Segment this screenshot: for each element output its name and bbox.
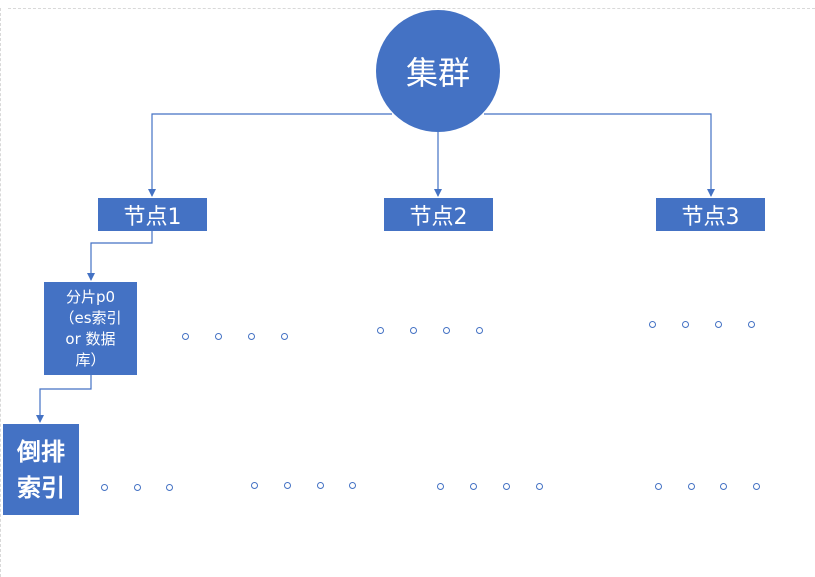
ellipsis-dot [134,484,141,491]
shard-node-label: 分片p0 （es索引 or 数据 库） [59,287,122,369]
ellipsis-dot [281,333,288,340]
ellipsis-dot [715,321,722,328]
ellipsis-dot [688,483,695,490]
ellipsis-dot [251,482,258,489]
ellipsis-dot [101,484,108,491]
ellipsis-dot [182,333,189,340]
ellipsis-dot [682,321,689,328]
ellipsis-dot [720,483,727,490]
ellipsis-dot [443,327,450,334]
ellipsis-dot [649,321,656,328]
inverted-index-node-label: 倒排 索引 [17,437,65,502]
connector-host-1-to-shard [87,231,153,281]
ellipsis-dot [248,333,255,340]
ellipsis-dot [410,327,417,334]
inverted-index-node: 倒排 索引 [3,424,79,515]
ellipsis-dot [748,321,755,328]
ellipsis-dot [503,483,510,490]
cluster-node: 集群 [376,10,500,132]
host-node-2: 节点2 [384,198,493,231]
ellipsis-dot [215,333,222,340]
ellipsis-dot [377,327,384,334]
connector-cluster-to-host-1 [148,113,392,197]
host-node-1: 节点1 [98,198,207,231]
ellipsis-dot [476,327,483,334]
ellipsis-dot [349,482,356,489]
host-node-2-label: 节点2 [409,204,468,230]
ellipsis-dot [655,483,662,490]
host-node-3: 节点3 [656,198,765,231]
connector-cluster-to-host-3 [484,113,715,197]
ellipsis-dot [470,483,477,490]
ellipsis-dot [166,484,173,491]
host-node-3-label: 节点3 [681,204,740,230]
host-node-1-label: 节点1 [123,204,182,230]
ellipsis-dot [437,483,444,490]
cluster-node-label: 集群 [405,54,470,92]
ellipsis-dot [284,482,291,489]
ellipsis-dot [317,482,324,489]
ellipsis-dot [753,483,760,490]
diagram-canvas: 集群 节点1 节点2 节点3 分片p0 （es索引 or 数据 库） 倒排 索引 [0,0,815,577]
ellipsis-dot [536,483,543,490]
connector-shard-to-inverted-index [36,375,92,423]
shard-node: 分片p0 （es索引 or 数据 库） [44,282,137,375]
